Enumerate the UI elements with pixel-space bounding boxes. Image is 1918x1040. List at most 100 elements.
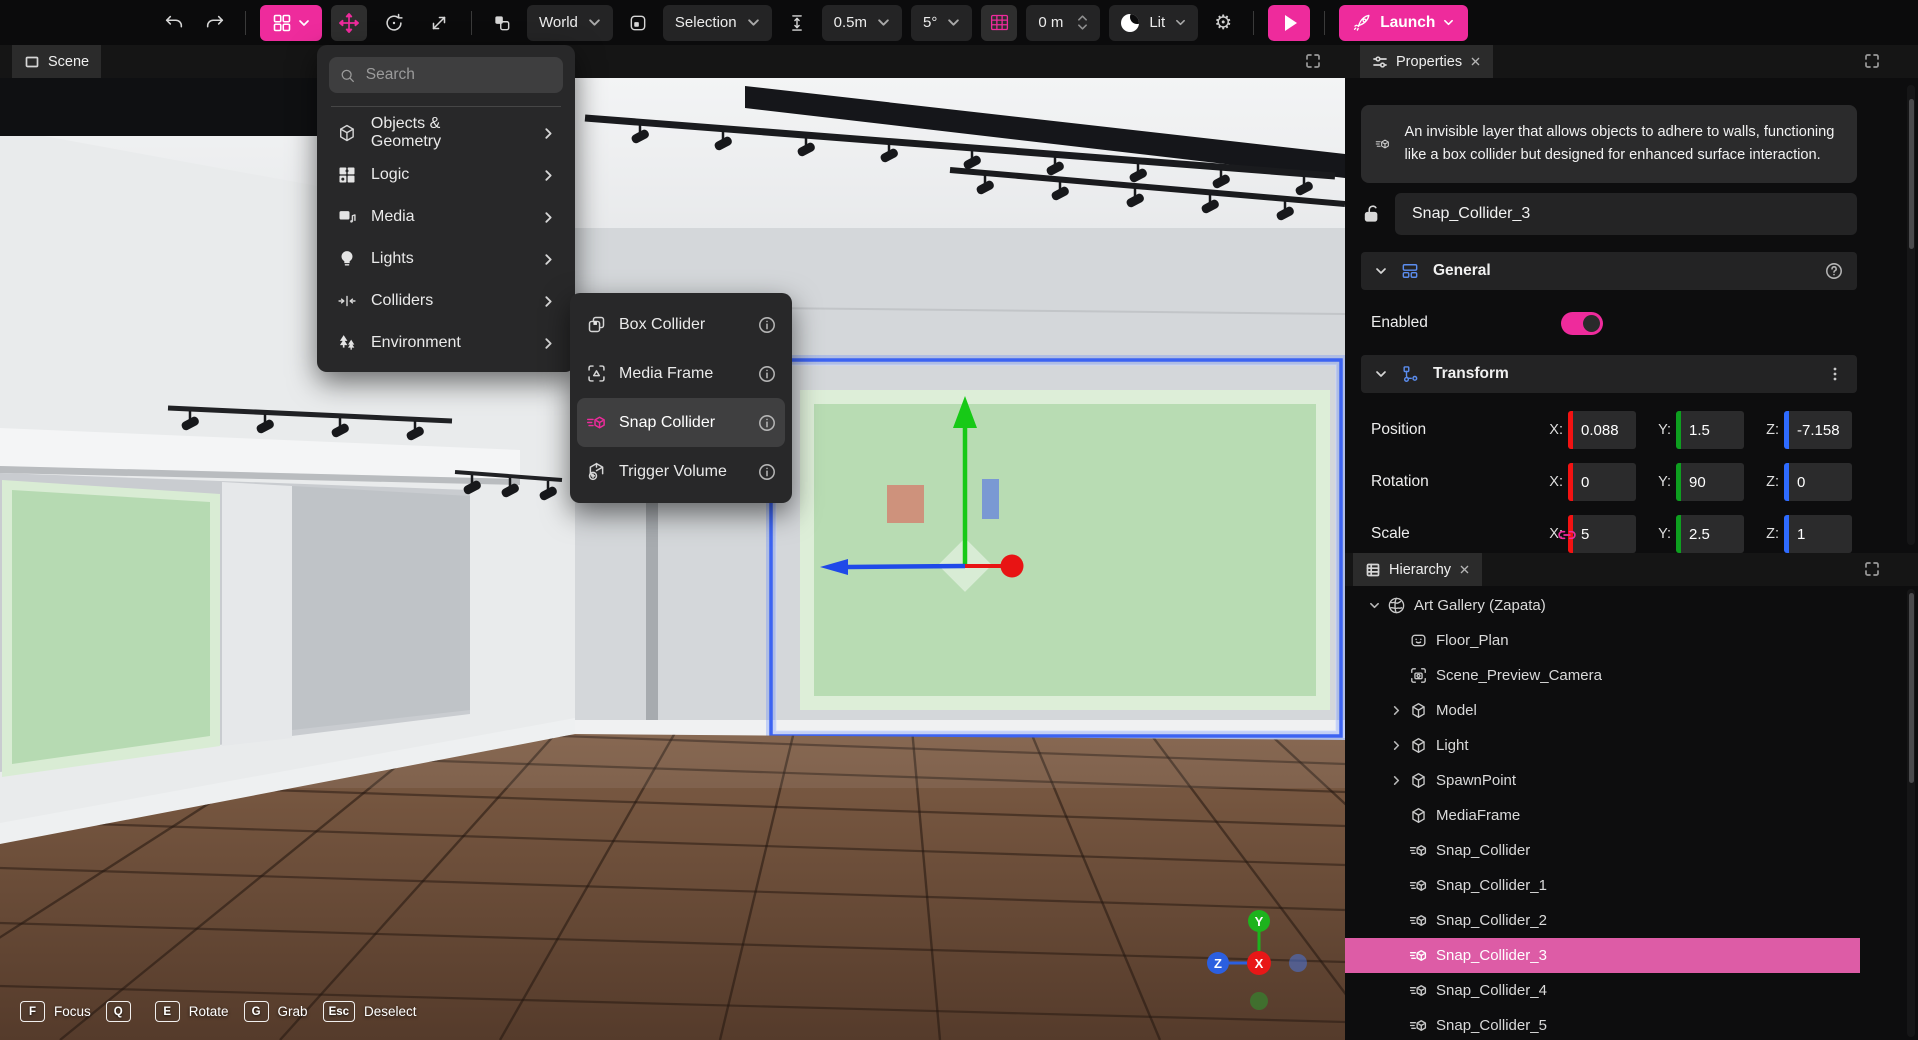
- menu-item-environment[interactable]: Environment: [329, 322, 563, 364]
- hierarchy-row-snap-collider-3[interactable]: Snap_Collider_3: [1345, 938, 1860, 973]
- world-space-dropdown[interactable]: World: [527, 5, 613, 41]
- rotate-snap-dropdown[interactable]: 5°: [911, 5, 972, 41]
- close-icon[interactable]: [1459, 564, 1470, 575]
- chevron-down-icon: [588, 16, 601, 29]
- chevron-down-icon: [1375, 265, 1387, 277]
- surface-snap-icon[interactable]: [781, 7, 813, 39]
- grid-squares-icon: [272, 13, 292, 33]
- snap-collider-icon: [1409, 946, 1428, 965]
- kebab-menu-icon[interactable]: [1827, 366, 1843, 382]
- hierarchy-row-spawnpoint[interactable]: SpawnPoint: [1345, 763, 1860, 798]
- link-icon[interactable]: [1557, 525, 1577, 545]
- scene-tab-label: Scene: [48, 54, 89, 70]
- general-section-header[interactable]: General: [1361, 252, 1857, 290]
- hierarchy-row-scene-preview-camera[interactable]: Scene_Preview_Camera: [1345, 658, 1860, 693]
- scene-viewport[interactable]: Y Z X F Focus Q E Rotate G Grab Esc Dese…: [0, 78, 1345, 1040]
- move-tool-button[interactable]: [331, 5, 367, 41]
- right-dock: Properties An invisible layer that allow…: [1345, 45, 1918, 1040]
- help-icon[interactable]: [1825, 262, 1843, 280]
- menu-item-objects-geometry[interactable]: Objects & Geometry: [329, 112, 563, 154]
- settings-button[interactable]: ⚙: [1207, 7, 1239, 39]
- scale-z-field[interactable]: 1: [1784, 515, 1852, 553]
- hierarchy-row-snap-collider-4[interactable]: Snap_Collider_4: [1345, 973, 1860, 1008]
- enabled-toggle[interactable]: [1561, 312, 1603, 335]
- submenu-item-trigger-volume[interactable]: Trigger Volume: [577, 447, 785, 496]
- key-chip: Q: [106, 1001, 131, 1022]
- transform-section-header[interactable]: Transform: [1361, 355, 1857, 393]
- undo-button[interactable]: [158, 7, 190, 39]
- menu-item-media[interactable]: Media: [329, 196, 563, 238]
- close-icon[interactable]: [1470, 56, 1481, 67]
- hierarchy-row-light[interactable]: Light: [1345, 728, 1860, 763]
- toolbar-divider: [1253, 11, 1254, 35]
- hierarchy-scrollbar[interactable]: [1907, 589, 1915, 1037]
- hierarchy-row-art-gallery[interactable]: Art Gallery (Zapata): [1345, 588, 1860, 623]
- unlock-icon[interactable]: [1361, 203, 1383, 225]
- pivot-mode-dropdown[interactable]: Selection: [663, 5, 772, 41]
- cube-icon: [1409, 736, 1428, 755]
- general-title: General: [1433, 262, 1491, 280]
- scale-x-field[interactable]: 5: [1568, 515, 1636, 553]
- position-y-field[interactable]: 1.5: [1676, 411, 1744, 449]
- height-snap-stepper[interactable]: 0 m: [1026, 5, 1100, 41]
- hierarchy-row-model[interactable]: Model: [1345, 693, 1860, 728]
- hierarchy-row-snap-collider-5[interactable]: Snap_Collider_5: [1345, 1008, 1860, 1040]
- axis-x-label: X: [1255, 956, 1264, 971]
- rotate-tool-button[interactable]: [376, 5, 412, 41]
- hierarchy-row-snap-collider[interactable]: Snap_Collider: [1345, 833, 1860, 868]
- axis-y-label: Y: [1255, 914, 1264, 929]
- menu-search[interactable]: [329, 57, 563, 93]
- grid-icon: [989, 12, 1010, 33]
- tab-properties[interactable]: Properties: [1360, 45, 1493, 78]
- chevron-down-icon: [1175, 17, 1186, 28]
- menu-item-colliders[interactable]: Colliders: [329, 280, 563, 322]
- object-name-field[interactable]: [1395, 193, 1857, 235]
- scale-tool-button[interactable]: [421, 5, 457, 41]
- submenu-item-snap-collider[interactable]: Snap Collider: [577, 398, 785, 447]
- add-object-button[interactable]: [260, 5, 322, 41]
- tab-hierarchy[interactable]: Hierarchy: [1353, 553, 1482, 586]
- rotation-x-field[interactable]: 0: [1568, 463, 1636, 501]
- hierarchy-row-snap-collider-1[interactable]: Snap_Collider_1: [1345, 868, 1860, 903]
- chevron-right-icon: [542, 295, 555, 308]
- play-icon: [1285, 15, 1297, 31]
- submenu-item-box-collider[interactable]: Box Collider: [577, 300, 785, 349]
- grid-snap-toggle[interactable]: [981, 5, 1017, 41]
- chevron-right-icon[interactable]: [1391, 740, 1402, 751]
- menu-item-logic[interactable]: Logic: [329, 154, 563, 196]
- menu-item-lights[interactable]: Lights: [329, 238, 563, 280]
- position-z-field[interactable]: -7.158: [1784, 411, 1852, 449]
- launch-button[interactable]: Launch: [1339, 5, 1468, 41]
- chevron-right-icon[interactable]: [1391, 705, 1402, 716]
- world-space-value: World: [539, 14, 578, 31]
- shortcut-label: Focus: [54, 1004, 91, 1019]
- hierarchy-row-floor-plan[interactable]: Floor_Plan: [1345, 623, 1860, 658]
- trigger-volume-icon: [586, 461, 607, 482]
- shading-mode-dropdown[interactable]: Lit: [1109, 5, 1198, 41]
- rotation-row: Rotation X: 0 Y: 90 Z: 0: [1361, 462, 1861, 502]
- transform-space-icon[interactable]: [486, 7, 518, 39]
- play-button[interactable]: [1268, 5, 1310, 41]
- hierarchy-row-snap-collider-2[interactable]: Snap_Collider_2: [1345, 903, 1860, 938]
- rotation-y-field[interactable]: 90: [1676, 463, 1744, 501]
- expand-icon[interactable]: [1864, 561, 1880, 577]
- scale-y-field[interactable]: 2.5: [1676, 515, 1744, 553]
- move-snap-value: 0.5m: [834, 14, 867, 31]
- expand-icon[interactable]: [1864, 53, 1880, 69]
- toolbar-divider: [471, 11, 472, 35]
- chevron-down-icon[interactable]: [1369, 600, 1380, 611]
- position-x-field[interactable]: 0.088: [1568, 411, 1636, 449]
- rotation-z-field[interactable]: 0: [1784, 463, 1852, 501]
- tab-scene[interactable]: Scene: [12, 45, 101, 78]
- submenu-item-media-frame[interactable]: Media Frame: [577, 349, 785, 398]
- pivot-mode-icon[interactable]: [622, 7, 654, 39]
- general-icon: [1400, 261, 1420, 281]
- properties-scrollbar[interactable]: [1907, 85, 1915, 545]
- chevron-right-icon[interactable]: [1391, 775, 1402, 786]
- hierarchy-row-mediaframe[interactable]: MediaFrame: [1345, 798, 1860, 833]
- redo-button[interactable]: [199, 7, 231, 39]
- search-input[interactable]: [364, 65, 552, 85]
- expand-icon[interactable]: [1305, 53, 1321, 69]
- move-snap-dropdown[interactable]: 0.5m: [822, 5, 902, 41]
- snap-collider-icon: [586, 412, 607, 433]
